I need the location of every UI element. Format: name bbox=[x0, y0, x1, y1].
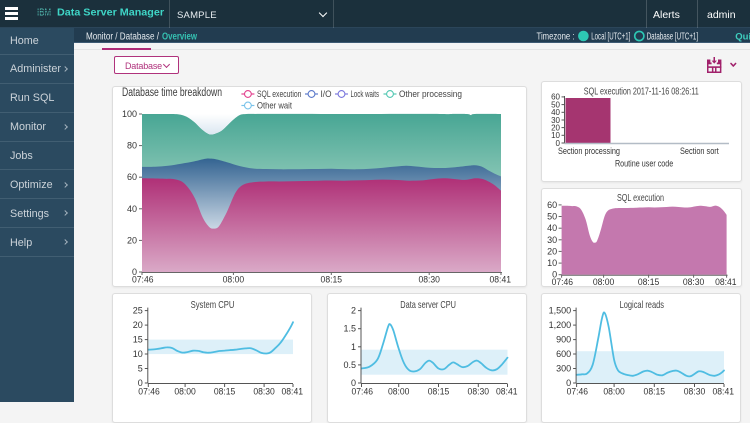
svg-text:SQL execution: SQL execution bbox=[257, 89, 301, 99]
svg-text:08:00: 08:00 bbox=[174, 387, 196, 397]
svg-text:08:30: 08:30 bbox=[683, 277, 705, 287]
svg-text:08:41: 08:41 bbox=[496, 387, 518, 397]
svg-text:10: 10 bbox=[551, 131, 560, 140]
svg-text:Data server CPU: Data server CPU bbox=[400, 299, 456, 311]
svg-text:1.5: 1.5 bbox=[343, 324, 356, 334]
svg-text:15: 15 bbox=[133, 335, 143, 345]
svg-text:08:30: 08:30 bbox=[684, 387, 706, 397]
svg-text:08:30: 08:30 bbox=[418, 275, 440, 285]
svg-text:30: 30 bbox=[551, 116, 560, 125]
svg-text:1,200: 1,200 bbox=[549, 320, 572, 330]
svg-text:08:15: 08:15 bbox=[321, 275, 343, 285]
svg-text:10: 10 bbox=[133, 349, 143, 359]
svg-text:Timezone :: Timezone : bbox=[537, 32, 575, 43]
svg-text:Section processing: Section processing bbox=[558, 146, 620, 157]
svg-text:600: 600 bbox=[556, 349, 571, 359]
svg-text:08:41: 08:41 bbox=[715, 277, 737, 287]
svg-text:Monitor / Database /: Monitor / Database / bbox=[86, 32, 159, 43]
svg-text:08:41: 08:41 bbox=[282, 387, 304, 397]
svg-text:08:00: 08:00 bbox=[387, 387, 409, 397]
svg-text:Overview: Overview bbox=[162, 32, 197, 43]
svg-text:20: 20 bbox=[133, 320, 143, 330]
svg-text:07:46: 07:46 bbox=[138, 387, 160, 397]
svg-text:40: 40 bbox=[547, 223, 557, 233]
svg-text:08:15: 08:15 bbox=[427, 387, 449, 397]
svg-text:08:15: 08:15 bbox=[638, 277, 660, 287]
svg-text:25: 25 bbox=[133, 306, 143, 316]
svg-text:Other processing: Other processing bbox=[399, 89, 462, 99]
svg-text:20: 20 bbox=[547, 246, 557, 256]
svg-text:900: 900 bbox=[556, 335, 571, 345]
svg-text:Section sort: Section sort bbox=[680, 146, 719, 157]
svg-text:07:46: 07:46 bbox=[132, 275, 154, 285]
svg-text:08:30: 08:30 bbox=[253, 387, 275, 397]
svg-text:Lock waits: Lock waits bbox=[351, 89, 380, 99]
svg-text:50: 50 bbox=[551, 100, 560, 109]
svg-text:Quick: Quick bbox=[735, 32, 750, 43]
svg-text:300: 300 bbox=[556, 364, 571, 374]
svg-text:Database time breakdown: Database time breakdown bbox=[122, 87, 222, 99]
svg-text:Data Server Manager: Data Server Manager bbox=[57, 6, 164, 18]
svg-text:08:41: 08:41 bbox=[490, 275, 512, 285]
svg-text:System CPU: System CPU bbox=[191, 299, 235, 311]
svg-text:60: 60 bbox=[127, 172, 137, 182]
svg-text:0.5: 0.5 bbox=[343, 360, 356, 370]
svg-text:Logical reads: Logical reads bbox=[620, 299, 664, 311]
svg-text:100: 100 bbox=[122, 109, 137, 119]
svg-text:Local [UTC+1]: Local [UTC+1] bbox=[591, 32, 630, 43]
svg-text:07:46: 07:46 bbox=[567, 387, 589, 397]
svg-text:SQL execution: SQL execution bbox=[617, 192, 664, 204]
svg-text:Database [UTC+1]: Database [UTC+1] bbox=[647, 32, 699, 43]
svg-text:2: 2 bbox=[350, 306, 355, 316]
svg-text:10: 10 bbox=[547, 258, 557, 268]
svg-text:60: 60 bbox=[551, 93, 560, 102]
svg-text:08:00: 08:00 bbox=[593, 277, 615, 287]
svg-text:08:00: 08:00 bbox=[603, 387, 625, 397]
svg-text:I/O: I/O bbox=[321, 89, 332, 99]
svg-text:1,500: 1,500 bbox=[549, 306, 572, 316]
svg-text:SQL execution 2017-11-16 08:26: SQL execution 2017-11-16 08:26:11 bbox=[584, 86, 699, 98]
svg-text:40: 40 bbox=[127, 204, 137, 214]
svg-text:80: 80 bbox=[127, 141, 137, 151]
svg-text:40: 40 bbox=[551, 108, 560, 117]
svg-text:30: 30 bbox=[547, 235, 557, 245]
svg-text:07:46: 07:46 bbox=[552, 277, 574, 287]
svg-text:Other wait: Other wait bbox=[257, 101, 292, 111]
svg-text:08:00: 08:00 bbox=[223, 275, 245, 285]
svg-text:1: 1 bbox=[350, 342, 355, 352]
svg-text:07:46: 07:46 bbox=[351, 387, 373, 397]
svg-text:08:15: 08:15 bbox=[644, 387, 666, 397]
svg-text:08:30: 08:30 bbox=[467, 387, 489, 397]
svg-text:60: 60 bbox=[547, 200, 557, 210]
svg-text:08:41: 08:41 bbox=[713, 387, 735, 397]
svg-text:5: 5 bbox=[138, 364, 143, 374]
svg-text:Routine user code: Routine user code bbox=[615, 159, 673, 170]
svg-text:08:15: 08:15 bbox=[214, 387, 236, 397]
svg-text:20: 20 bbox=[127, 235, 137, 245]
svg-text:50: 50 bbox=[547, 212, 557, 222]
